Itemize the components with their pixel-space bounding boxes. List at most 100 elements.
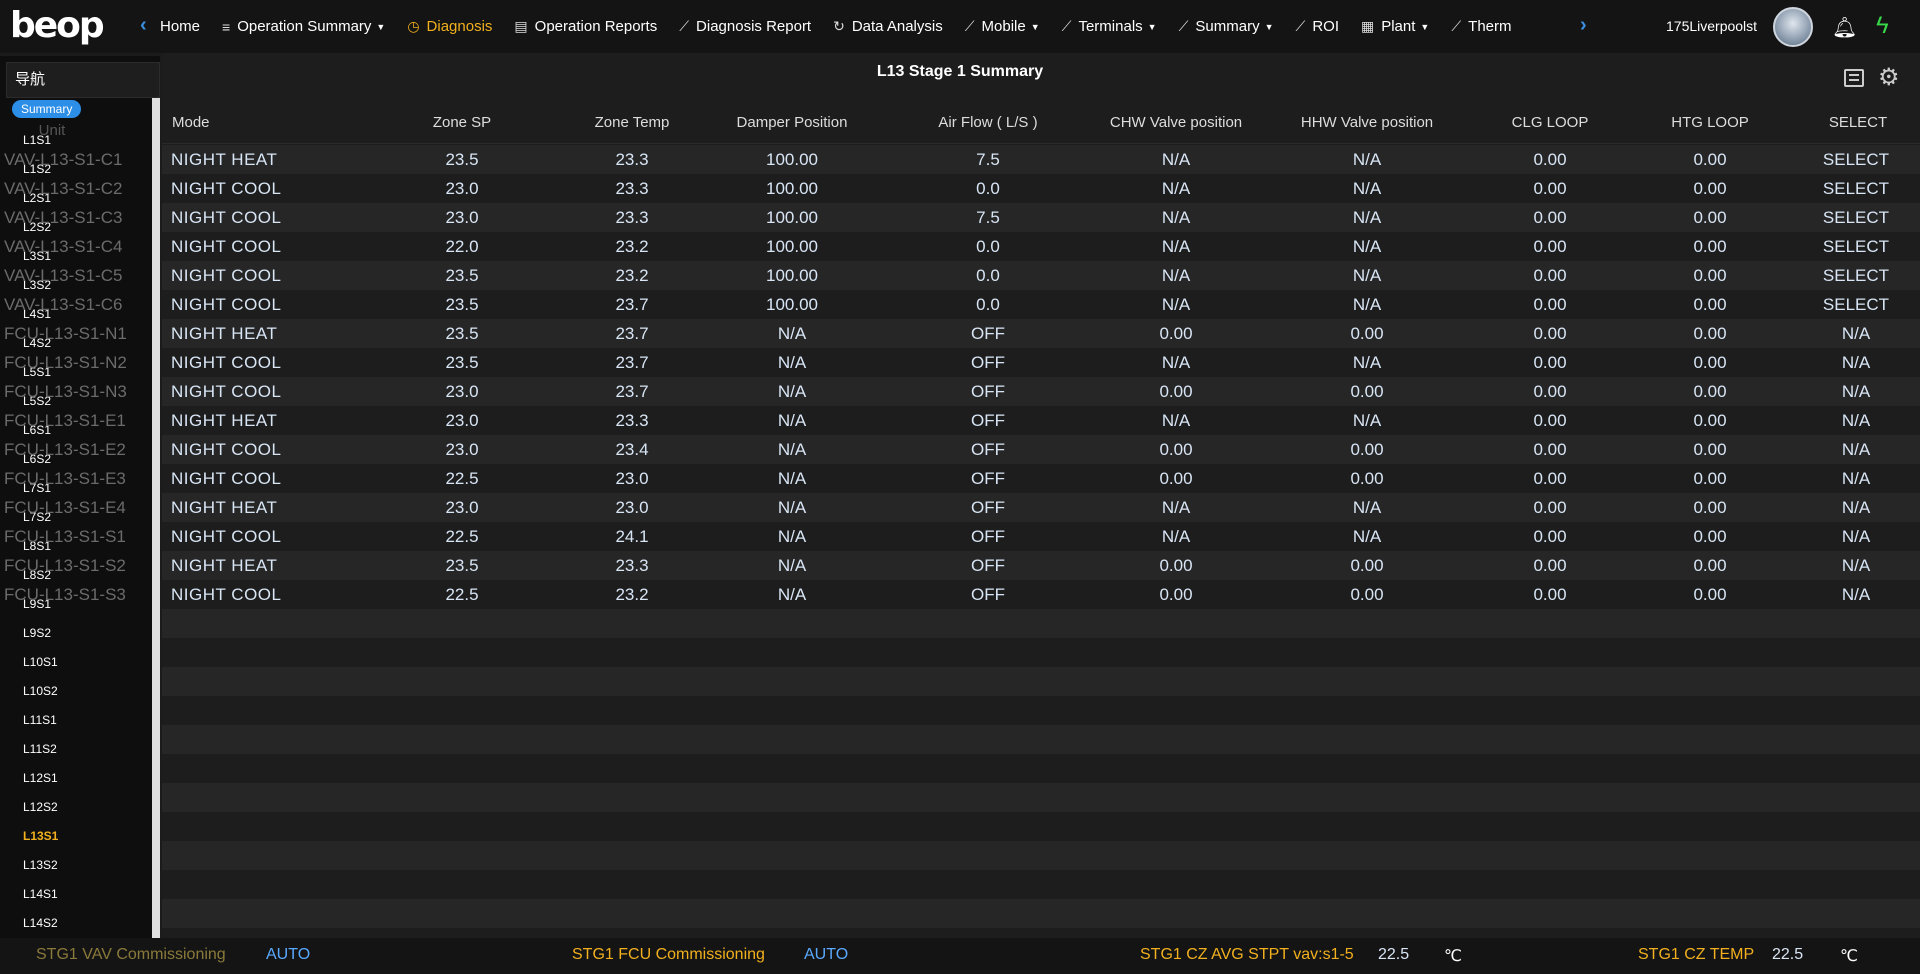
table-cell: N/A bbox=[1161, 179, 1191, 198]
sidebar-item-l11s1[interactable]: L11S1 bbox=[0, 706, 152, 735]
brand-logo[interactable]: beop bbox=[10, 6, 105, 46]
nav-item-mobile[interactable]: ⟋ Mobile ▼ bbox=[965, 18, 1040, 35]
sidebar-item-l12s1[interactable]: L12S1 bbox=[0, 764, 152, 793]
nav-item-diagnosis-report[interactable]: ⟋ Diagnosis Report bbox=[679, 18, 811, 35]
row-unit-name: FCU-L13-S1-S1 bbox=[4, 527, 126, 546]
select-link[interactable]: SELECT bbox=[1796, 232, 1916, 261]
table-row[interactable]: FCU-L13-S1-S3 NIGHT COOL 22.5 23.2 N/A OFF 0.0… bbox=[4, 580, 1920, 609]
nav-item-diagnosis[interactable]: ◷ Diagnosis bbox=[407, 18, 492, 35]
nav-item-label: Diagnosis Report bbox=[696, 18, 812, 35]
vav-commissioning-value[interactable]: AUTO bbox=[266, 946, 310, 964]
avatar[interactable] bbox=[1773, 7, 1813, 47]
table-row[interactable]: FCU-L13-S1-S2 NIGHT HEAT 23.5 23.3 N/A OFF 0.0… bbox=[4, 551, 1920, 580]
line-chart-icon: ⟋ bbox=[1178, 18, 1189, 34]
table-cell: OFF bbox=[971, 527, 1005, 546]
column-header-mode[interactable]: Mode bbox=[172, 101, 284, 144]
select-link[interactable]: SELECT bbox=[1796, 203, 1916, 232]
fcu-commissioning-value[interactable]: AUTO bbox=[804, 946, 848, 964]
cz-temp-label: STG1 CZ TEMP bbox=[1638, 946, 1755, 963]
table-cell: 100.00 bbox=[766, 266, 818, 285]
table-cell: 23.0 bbox=[445, 179, 479, 198]
column-header-select[interactable]: SELECT bbox=[1788, 101, 1920, 144]
lightning-icon[interactable]: ϟ bbox=[1876, 12, 1889, 40]
column-header-chw-valve-position[interactable]: CHW Valve position bbox=[1076, 101, 1276, 144]
nav-item-operation-summary[interactable]: ≡ Operation Summary ▼ bbox=[222, 18, 385, 35]
table-row[interactable]: FCU-L13-S1-N2 NIGHT COOL 23.5 23.7 N/A OFF N/A… bbox=[4, 348, 1920, 377]
table-cell: 0.00 bbox=[1693, 237, 1727, 256]
table-row bbox=[162, 725, 1920, 754]
gear-icon[interactable]: ⚙ bbox=[1878, 63, 1900, 92]
nav-item-data-analysis[interactable]: ↻ Data Analysis bbox=[833, 18, 943, 35]
table-cell: 0.00 bbox=[1693, 179, 1727, 198]
nav-item-operation-reports[interactable]: ▤ Operation Reports bbox=[514, 18, 657, 35]
sidebar-scrollbar[interactable] bbox=[152, 98, 160, 974]
column-header-air-flow-l-s[interactable]: Air Flow ( L/S ) bbox=[888, 101, 1088, 144]
table-cell: 22.0 bbox=[445, 237, 479, 256]
table-view-icon[interactable] bbox=[1844, 69, 1864, 87]
bell-icon[interactable]: 🔔︎ bbox=[1832, 15, 1857, 40]
select-link[interactable]: SELECT bbox=[1796, 145, 1916, 174]
table-cell: 23.5 bbox=[445, 266, 479, 285]
table-cell: 23.3 bbox=[615, 179, 649, 198]
table-row[interactable]: FCU-L13-S1-E4 NIGHT HEAT 23.0 23.0 N/A OFF N/A… bbox=[4, 493, 1920, 522]
table-row[interactable]: FCU-L13-S1-N1 NIGHT HEAT 23.5 23.7 N/A OFF 0.0… bbox=[4, 319, 1920, 348]
table-cell: 0.00 bbox=[1533, 179, 1567, 198]
nav-scroll-right-icon[interactable]: › bbox=[1580, 14, 1587, 37]
mode-cell: NIGHT COOL bbox=[171, 469, 282, 488]
table-row[interactable]: FCU-L13-S1-E2 NIGHT COOL 23.0 23.4 N/A OFF 0.0… bbox=[4, 435, 1920, 464]
table-cell: 0.0 bbox=[976, 237, 1000, 256]
column-header-hhw-valve-position[interactable]: HHW Valve position bbox=[1267, 101, 1467, 144]
table-cell: 0.0 bbox=[976, 295, 1000, 314]
table-row[interactable]: VAV-L13-S1-C5 NIGHT COOL 23.5 23.2 100.00 0.0… bbox=[4, 261, 1920, 290]
select-link[interactable]: SELECT bbox=[1796, 174, 1916, 203]
select-link[interactable]: SELECT bbox=[1796, 261, 1916, 290]
column-header-damper-position[interactable]: Damper Position bbox=[692, 101, 892, 144]
sidebar-item-l14s1[interactable]: L14S1 bbox=[0, 880, 152, 909]
mode-cell: NIGHT COOL bbox=[171, 208, 282, 227]
nav-item-roi[interactable]: ⟋ ROI bbox=[1296, 18, 1339, 35]
sidebar-item-l9s2[interactable]: L9S2 bbox=[0, 619, 152, 648]
user-name[interactable]: 175Liverpoolst bbox=[1666, 18, 1757, 34]
caret-down-icon: ▼ bbox=[1420, 21, 1430, 32]
sidebar-header[interactable]: 导航 bbox=[6, 62, 160, 98]
table-row[interactable]: FCU-L13-S1-N3 NIGHT COOL 23.0 23.7 N/A OFF 0.0… bbox=[4, 377, 1920, 406]
mode-cell: NIGHT COOL bbox=[171, 585, 282, 604]
caret-down-icon: ▼ bbox=[1147, 21, 1157, 32]
nav-item-label: Diagnosis bbox=[426, 18, 493, 35]
sidebar-item-l13s1[interactable]: L13S1 bbox=[0, 822, 152, 851]
row-unit-name: VAV-L13-S1-C5 bbox=[4, 266, 123, 285]
table-row[interactable]: FCU-L13-S1-E1 NIGHT HEAT 23.0 23.3 N/A OFF N/A… bbox=[4, 406, 1920, 435]
sidebar-item-l14s2[interactable]: L14S2 bbox=[0, 909, 152, 938]
table-cell: 0.00 bbox=[1533, 208, 1567, 227]
table-row[interactable]: VAV-L13-S1-C4 NIGHT COOL 22.0 23.2 100.00 0.0… bbox=[4, 232, 1920, 261]
table-row[interactable]: VAV-L13-S1-C1 NIGHT HEAT 23.5 23.3 100.00 7.5… bbox=[4, 145, 1920, 174]
nav-item-plant[interactable]: ▦ Plant ▼ bbox=[1361, 18, 1429, 35]
table-cell: N/A bbox=[1841, 585, 1871, 604]
nav-item-therm[interactable]: ⟋ Therm bbox=[1451, 18, 1511, 35]
sidebar-item-l11s2[interactable]: L11S2 bbox=[0, 735, 152, 764]
mode-cell: NIGHT HEAT bbox=[171, 498, 278, 517]
table-row[interactable]: FCU-L13-S1-E3 NIGHT COOL 22.5 23.0 N/A OFF 0.0… bbox=[4, 464, 1920, 493]
nav-scroll-left-icon[interactable]: ‹ bbox=[140, 14, 147, 37]
nav-item-label: Data Analysis bbox=[851, 18, 943, 35]
mode-cell: NIGHT COOL bbox=[171, 179, 282, 198]
sidebar-item-l13s2[interactable]: L13S2 bbox=[0, 851, 152, 880]
table-row[interactable]: VAV-L13-S1-C6 NIGHT COOL 23.5 23.7 100.00 0.0… bbox=[4, 290, 1920, 319]
sidebar-item-l12s2[interactable]: L12S2 bbox=[0, 793, 152, 822]
select-link[interactable]: SELECT bbox=[1796, 290, 1916, 319]
table-row bbox=[162, 870, 1920, 899]
table-row[interactable]: VAV-L13-S1-C2 NIGHT COOL 23.0 23.3 100.00 0.0… bbox=[4, 174, 1920, 203]
nav-item-home[interactable]: Home bbox=[160, 18, 200, 35]
mode-cell: NIGHT HEAT bbox=[171, 411, 278, 430]
nav-item-summary[interactable]: ⟋ Summary ▼ bbox=[1179, 18, 1274, 35]
sidebar-item-l10s2[interactable]: L10S2 bbox=[0, 677, 152, 706]
table-cell: 23.7 bbox=[615, 382, 649, 401]
table-cell: 100.00 bbox=[766, 179, 818, 198]
main-nav: Home ≡ Operation Summary ▼ ◷ Diagnosis ▤ Operat… bbox=[160, 0, 1534, 53]
table-row[interactable]: FCU-L13-S1-S1 NIGHT COOL 22.5 24.1 N/A OFF N/A… bbox=[4, 522, 1920, 551]
sidebar-item-l10s1[interactable]: L10S1 bbox=[0, 648, 152, 677]
table-row[interactable]: VAV-L13-S1-C3 NIGHT COOL 23.0 23.3 100.00 7.5… bbox=[4, 203, 1920, 232]
line-chart-icon: ⟋ bbox=[1451, 18, 1462, 34]
column-header-htg-loop[interactable]: HTG LOOP bbox=[1610, 101, 1810, 144]
nav-item-terminals[interactable]: ⟋ Terminals ▼ bbox=[1062, 18, 1157, 35]
